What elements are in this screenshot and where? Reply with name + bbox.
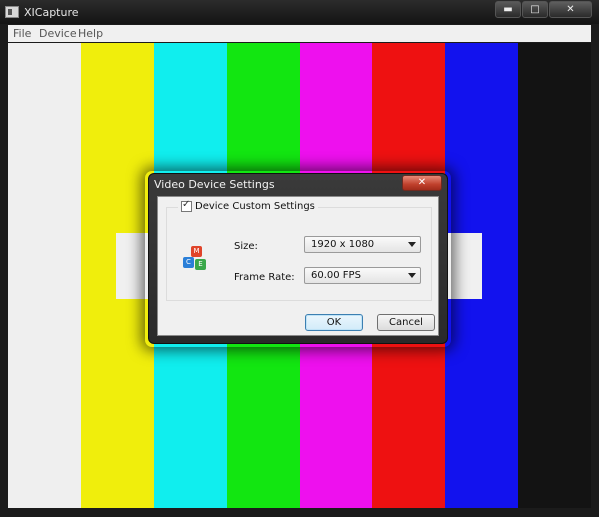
ok-button[interactable]: OK xyxy=(305,314,363,331)
chevron-down-icon xyxy=(408,242,416,247)
size-value: 1920 x 1080 xyxy=(311,239,375,250)
window-title: XICapture xyxy=(24,6,79,19)
menu-device[interactable]: Device xyxy=(39,27,77,40)
size-select[interactable]: 1920 x 1080 xyxy=(304,236,421,253)
size-label: Size: xyxy=(234,241,258,252)
frame-rate-select[interactable]: 60.00 FPS xyxy=(304,267,421,284)
dialog-close-button[interactable]: ✕ xyxy=(402,175,442,191)
title-bar[interactable]: XICapture ▬ □ ✕ xyxy=(0,0,599,24)
cancel-button[interactable]: Cancel xyxy=(377,314,435,331)
frame-rate-label: Frame Rate: xyxy=(234,272,295,283)
device-cubes-icon: M C E xyxy=(183,246,209,272)
cube-letter: M xyxy=(191,246,202,257)
custom-settings-checkbox[interactable] xyxy=(181,199,192,212)
minimize-button[interactable]: ▬ xyxy=(495,1,521,18)
frame-rate-value: 60.00 FPS xyxy=(311,270,361,281)
dialog-title: Video Device Settings xyxy=(154,178,275,191)
cube-letter: C xyxy=(183,257,194,268)
menu-bar: File Device Help xyxy=(8,25,591,42)
menu-help[interactable]: Help xyxy=(78,27,103,40)
color-bar xyxy=(518,43,591,508)
app-icon xyxy=(5,6,19,18)
menu-file[interactable]: File xyxy=(13,27,31,40)
close-button[interactable]: ✕ xyxy=(549,1,592,18)
maximize-button[interactable]: □ xyxy=(522,1,548,18)
dialog-body: Device Custom Settings M C E Size: 1920 … xyxy=(157,196,439,336)
custom-settings-checkbox-row[interactable]: Device Custom Settings xyxy=(178,199,318,212)
custom-settings-label: Device Custom Settings xyxy=(195,201,315,212)
video-device-settings-dialog: Video Device Settings ✕ Device Custom Se… xyxy=(148,173,448,344)
chevron-down-icon xyxy=(408,273,416,278)
cube-letter: E xyxy=(195,259,206,270)
color-bar xyxy=(8,43,81,508)
window-controls: ▬ □ ✕ xyxy=(494,1,592,18)
